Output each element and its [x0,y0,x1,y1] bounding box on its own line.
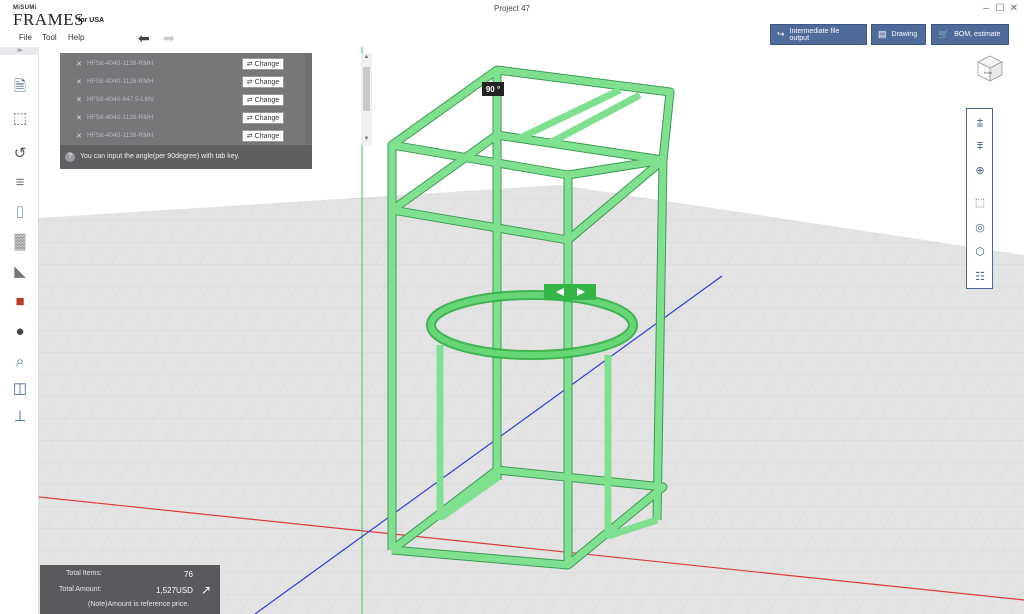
title-bar: MiSUMi FRAMES for USA Project 47 – ☐ ✕ [0,0,1024,29]
door-icon[interactable]: ◫ [9,377,31,399]
intermediate-file-output-label: Intermediate file output [789,27,840,42]
remove-icon[interactable]: ✕ [76,60,82,68]
swap-icon: ⇄ [246,79,253,86]
amount-note: (Note)Amount is reference price. [88,601,190,608]
total-amount-value: 1,527USD [156,586,193,595]
settings-list-icon[interactable]: ☷ [970,267,990,287]
swap-icon: ⇄ [246,61,253,68]
scroll-up-icon[interactable]: ▲ [361,54,372,60]
remove-icon[interactable]: ✕ [76,96,82,104]
scrollbar-thumb[interactable] [363,67,370,111]
redo-icon[interactable]: ➡ [163,30,175,47]
fit-selection-icon[interactable]: ⩱ [970,137,990,157]
drawing-icon: ▤ [878,29,887,39]
view-cube-label: front [984,70,993,75]
menu-file[interactable]: File [19,33,32,42]
close-button[interactable]: ✕ [1007,3,1021,14]
frame-select-icon[interactable]: ⬚ [970,193,990,213]
part-name: HFS8-4040-1126-RMH [87,78,154,85]
view-cube-icon[interactable]: front [975,53,1005,83]
remove-icon[interactable]: ✕ [76,114,82,122]
swap-icon: ⇄ [246,133,253,140]
minimize-button[interactable]: – [979,3,993,14]
view-toolbar: ⩲ ⩱ ⊕ ⬚ ◎ ⬡ ☷ [966,108,993,289]
change-button[interactable]: ⇄ Change [242,94,284,106]
list-item[interactable]: ✕ HFS8-4040-1126-RMH ⇄ Change [60,73,305,91]
change-button[interactable]: ⇄ Change [242,112,284,124]
part-name: HFS8-4040-647.5-LMV [87,96,155,103]
list-item[interactable]: ✕ HFS8-4040-647.5-LMV ⇄ Change [60,91,305,109]
left-toolbar: ≫ 🗎 ⬚ ↺ ≡ ▯ ▓ ◣ ■ ● ⌕ ◫ ⊥ [0,47,39,614]
angle-hint-text: You can input the angle(per 90degree) wi… [80,153,240,160]
remove-icon[interactable]: ✕ [76,78,82,86]
swap-icon: ⇄ [246,97,253,104]
total-amount-label: Total Amount: [59,586,102,593]
frame-icon[interactable]: ≡ [9,171,31,193]
export-icon: ↪ [777,29,785,39]
menu-help[interactable]: Help [68,33,84,42]
logo-region: for USA [78,17,105,24]
help-icon: ? [65,152,75,162]
angle-label: 90 ° [482,82,504,96]
panel-icon[interactable]: ▯ [9,200,31,222]
undo-icon[interactable]: ⬅ [138,30,150,47]
project-title: Project 47 [493,4,531,13]
list-item[interactable]: ✕ HFS8-4040-1126-RMH ⇄ Change [60,127,305,145]
logo-name: FRAMES [13,10,85,29]
zoom-icon[interactable]: ⊕ [970,161,990,181]
parts-import-icon[interactable]: ⬚ [9,107,31,129]
sidebar-collapse-button[interactable]: ≫ [0,47,39,55]
foot-icon[interactable]: ⊥ [9,405,31,427]
drawing-button[interactable]: ▤ Drawing [871,24,926,45]
change-button[interactable]: ⇄ Change [242,58,284,70]
bom-estimate-label: BOM, estimate [954,31,1001,38]
fitting-icon[interactable]: ■ [9,290,31,312]
part-name: HFS8-4040-1126-RMH [87,132,154,139]
grille-icon[interactable]: ▓ [9,230,31,252]
drawing-label: Drawing [891,31,918,38]
swap-icon: ⇄ [246,115,253,122]
remove-icon[interactable]: ✕ [76,132,82,140]
parts-list: ✕ HFS8-4040-1126-RMH ⇄ Change ✕ HFS8-4040… [60,53,305,145]
total-items-value: 76 [184,570,193,579]
fit-all-icon[interactable]: ⩲ [970,113,990,133]
history-icon[interactable]: ↺ [9,142,31,164]
scroll-down-icon[interactable]: ▼ [361,136,372,142]
intermediate-file-output-button[interactable]: ↪ Intermediate file output [770,24,867,45]
search-icon[interactable]: ⌕ [9,350,31,372]
menu-tool[interactable]: Tool [42,33,57,42]
rotate-view-icon[interactable]: ◎ [970,218,990,238]
file-icon[interactable]: 🗎 [9,77,31,99]
open-external-icon[interactable]: ↗ [201,583,211,597]
bracket-icon[interactable]: ◣ [9,260,31,282]
maximize-button[interactable]: ☐ [993,3,1007,14]
part-name: HFS8-4040-1126-RMH [87,60,154,67]
total-items-label: Total Items: [66,570,102,577]
bom-estimate-button[interactable]: 🛒 BOM, estimate [931,24,1009,45]
parts-list-scrollbar[interactable]: ▲ ▼ [361,53,372,145]
change-button[interactable]: ⇄ Change [242,76,284,88]
list-item[interactable]: ✕ HFS8-4040-1126-RMH ⇄ Change [60,109,305,127]
angle-hint-bar: ? You can input the angle(per 90degree) … [60,145,312,169]
parts-list-panel: ✕ HFS8-4040-1126-RMH ⇄ Change ✕ HFS8-4040… [60,53,372,169]
part-name: HFS8-4040-1126-RMH [87,114,154,121]
amount-summary: Total Items: 76 Total Amount: 1,527USD (… [40,565,220,614]
caster-icon[interactable]: ● [9,320,31,342]
change-button[interactable]: ⇄ Change [242,130,284,142]
cart-icon: 🛒 [938,29,950,39]
view-cube-menu-icon[interactable]: ⬡ [970,242,990,262]
list-item[interactable]: ✕ HFS8-4040-1126-RMH ⇄ Change [60,55,305,73]
